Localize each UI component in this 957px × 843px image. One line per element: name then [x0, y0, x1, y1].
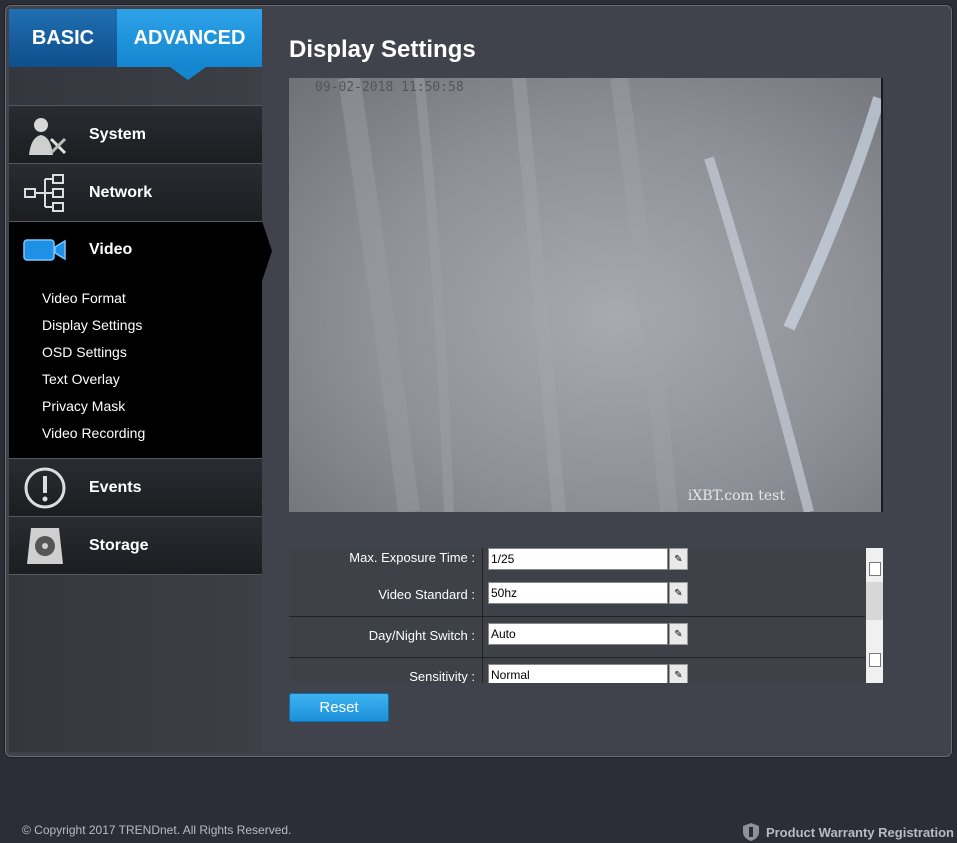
nav-events-label: Events [89, 478, 142, 496]
warranty-label: Product Warranty Registration [765, 824, 954, 840]
setting-label: Day/Night Switch : [368, 628, 475, 643]
preview-texture [338, 78, 881, 512]
subnav-display-settings[interactable]: Display Settings [42, 317, 142, 333]
nav-events[interactable]: Events [9, 458, 262, 516]
system-tools-icon [9, 113, 81, 157]
tab-advanced[interactable]: ADVANCED [117, 9, 262, 67]
scroll-thumb[interactable] [866, 582, 883, 620]
subnav-osd-settings[interactable]: OSD Settings [42, 344, 127, 360]
nav-system[interactable]: System [9, 105, 262, 163]
setting-label: Video Standard : [378, 587, 475, 602]
network-tree-icon [9, 171, 81, 215]
scroll-down-button[interactable] [869, 653, 881, 667]
subnav-privacy-mask[interactable]: Privacy Mask [42, 398, 125, 414]
setting-row: Video Standard : 50hz ✎ [289, 576, 865, 617]
subnav-video-format[interactable]: Video Format [42, 290, 126, 306]
subnav-video-recording[interactable]: Video Recording [42, 425, 145, 441]
setting-value-field[interactable]: Normal [488, 664, 668, 683]
nav-network[interactable]: Network [9, 163, 262, 221]
settings-scrollbar[interactable] [866, 548, 883, 683]
setting-row: Sensitivity : Normal ✎ [289, 658, 865, 683]
warranty-link[interactable]: Product Warranty Registration [742, 822, 954, 842]
nav-storage[interactable]: Storage [9, 516, 262, 574]
active-nav-pointer [262, 221, 272, 281]
subnav-text-overlay[interactable]: Text Overlay [42, 371, 120, 387]
nav-storage-label: Storage [89, 536, 149, 554]
active-tab-pointer [170, 67, 206, 80]
setting-label: Max. Exposure Time : [349, 550, 475, 565]
preview-timestamp: 09-02-2018 11:50:58 [315, 80, 464, 95]
video-camera-icon [9, 235, 81, 265]
setting-value-field[interactable]: Auto [488, 623, 668, 645]
copyright-text: © Copyright 2017 TRENDnet. All Rights Re… [22, 823, 292, 837]
preview-watermark: iXBT.com test [687, 488, 785, 504]
edit-icon[interactable]: ✎ [669, 582, 688, 604]
alert-icon [9, 466, 81, 510]
settings-list: Max. Exposure Time : 1/25 ✎ Video Standa… [289, 548, 883, 683]
nav-network-label: Network [89, 183, 153, 201]
nav-video-label: Video [89, 240, 133, 258]
edit-icon[interactable]: ✎ [669, 664, 688, 683]
page-title: Display Settings [289, 36, 476, 63]
setting-value-field[interactable]: 1/25 [488, 548, 668, 570]
setting-row: Day/Night Switch : Auto ✎ [289, 617, 865, 658]
setting-label: Sensitivity : [409, 669, 475, 683]
nav-video[interactable]: Video [9, 221, 262, 278]
reset-button[interactable]: Reset [289, 693, 389, 722]
nav-divider [9, 574, 262, 575]
storage-disk-icon [9, 524, 81, 568]
edit-icon[interactable]: ✎ [669, 548, 688, 570]
nav-system-label: System [89, 125, 146, 143]
tab-basic[interactable]: BASIC [9, 9, 117, 67]
camera-preview: 09-02-2018 11:50:58 iXBT.com test [289, 78, 883, 512]
shield-icon [742, 823, 759, 841]
scroll-up-button[interactable] [869, 562, 881, 576]
edit-icon[interactable]: ✎ [669, 623, 688, 645]
setting-value-field[interactable]: 50hz [488, 582, 668, 604]
